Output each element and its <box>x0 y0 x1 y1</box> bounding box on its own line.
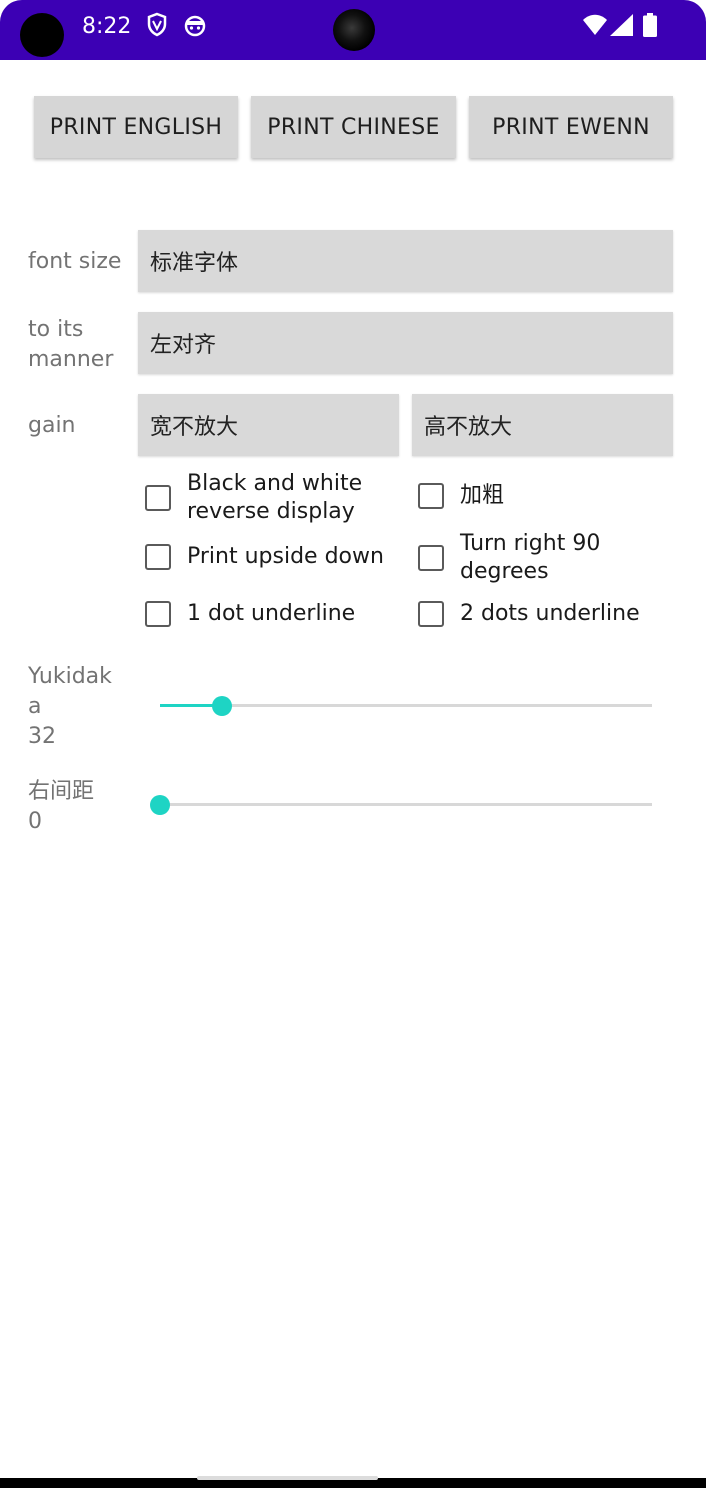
status-bar: 8:22 <box>0 0 706 60</box>
right-margin-slider[interactable] <box>150 790 652 820</box>
right-margin-value: 0 <box>28 809 42 834</box>
height-gain-select[interactable]: 高不放大 <box>412 394 673 456</box>
turn-right-label-line1: Turn right 90 <box>460 531 601 556</box>
slider-track <box>160 803 652 806</box>
underline-1-label: 1 dot underline <box>187 601 356 626</box>
width-gain-select[interactable]: 宽不放大 <box>138 394 399 456</box>
line-height-label-line1: Yukidak <box>28 664 112 689</box>
underline-2-label: 2 dots underline <box>460 601 640 626</box>
right-margin-label-text: 右间距 <box>28 779 95 804</box>
battery-icon <box>643 13 657 42</box>
signal-icon <box>610 14 634 41</box>
upside-down-label: Print upside down <box>187 544 384 569</box>
bold-checkbox[interactable]: 加粗 <box>418 482 504 510</box>
slider-track <box>160 704 652 707</box>
checkbox-box[interactable] <box>145 485 171 511</box>
underline-1-checkbox[interactable]: 1 dot underline <box>145 600 355 628</box>
reverse-display-checkbox[interactable]: Black and white reverse display <box>145 470 362 526</box>
checkbox-box[interactable] <box>418 483 444 509</box>
alignment-label-line2: manner <box>28 347 114 372</box>
checkbox-box[interactable] <box>418 601 444 627</box>
font-size-select[interactable]: 标准字体 <box>138 230 673 292</box>
checkbox-box[interactable] <box>418 545 444 571</box>
alignment-label-line1: to its <box>28 317 84 342</box>
slider-thumb[interactable] <box>212 696 232 716</box>
status-time: 8:22 <box>82 14 132 39</box>
main-content: PRINT ENGLISH PRINT CHINESE PRINT EWENN … <box>0 60 706 1478</box>
slider-thumb[interactable] <box>150 795 170 815</box>
wifi-icon <box>582 14 608 41</box>
font-size-label: font size <box>28 249 122 274</box>
reverse-display-label-line2: reverse display <box>187 499 355 524</box>
bold-label: 加粗 <box>460 483 505 508</box>
line-height-label: Yukidak a 32 <box>28 662 112 752</box>
line-height-label-line2: a <box>28 694 42 719</box>
alignment-select[interactable]: 左对齐 <box>138 312 673 374</box>
turn-right-checkbox[interactable]: Turn right 90 degrees <box>418 530 600 586</box>
alignment-label: to its manner <box>28 315 113 375</box>
shield-icon <box>146 12 168 43</box>
camera-cutout-left <box>20 13 64 57</box>
turn-right-label: Turn right 90 degrees <box>460 530 600 586</box>
print-chinese-button[interactable]: PRINT CHINESE <box>251 96 456 158</box>
right-margin-label: 右间距 0 <box>28 777 94 837</box>
underline-2-checkbox[interactable]: 2 dots underline <box>418 600 640 628</box>
gesture-handle[interactable] <box>197 1476 378 1480</box>
turn-right-label-line2: degrees <box>460 559 549 584</box>
front-camera <box>333 9 375 51</box>
upside-down-checkbox[interactable]: Print upside down <box>145 543 384 571</box>
checkbox-box[interactable] <box>145 544 171 570</box>
print-ewenn-button[interactable]: PRINT EWENN <box>469 96 673 158</box>
checkbox-box[interactable] <box>145 601 171 627</box>
reverse-display-label-line1: Black and white <box>187 471 363 496</box>
print-english-button[interactable]: PRINT ENGLISH <box>34 96 238 158</box>
line-height-slider[interactable] <box>160 691 652 721</box>
line-height-value: 32 <box>28 724 56 749</box>
android-face-icon <box>183 12 207 43</box>
reverse-display-label: Black and white reverse display <box>187 470 362 526</box>
gain-label: gain <box>28 413 76 438</box>
